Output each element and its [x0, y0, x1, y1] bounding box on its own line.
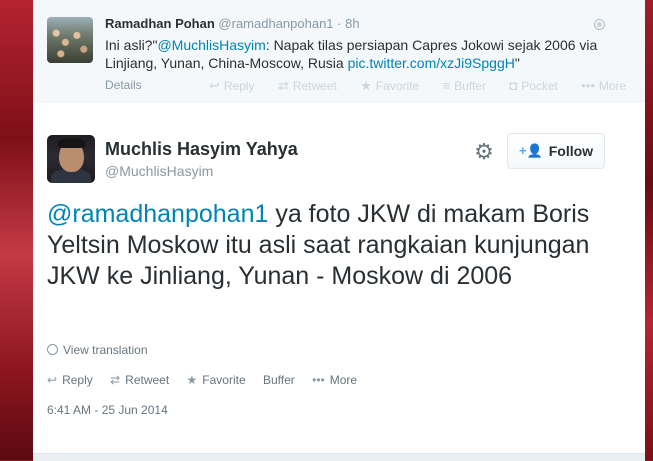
buffer-icon: ≡ [442, 78, 451, 93]
parent-reply-label: Reply [223, 79, 255, 93]
retweet-icon: ⇄ [277, 78, 289, 93]
author-handle[interactable]: @MuchlisHasyim [105, 163, 213, 179]
buffer-button[interactable]: Buffer [263, 373, 295, 387]
reply-label: Reply [62, 373, 93, 387]
parent-tweet-time[interactable]: 8h [345, 16, 359, 31]
parent-time-separator: · [333, 16, 346, 31]
parent-reply-button[interactable]: ↩ Reply [209, 78, 265, 93]
parent-pocket-button[interactable]: ◘ Pocket [509, 78, 568, 93]
parent-author-name[interactable]: Ramadhan Pohan [105, 16, 215, 31]
parent-tweet-text: Ini asli?"@MuchlisHasyim: Napak tilas pe… [105, 36, 630, 72]
more-icon: ••• [312, 373, 325, 387]
follow-button[interactable]: +👤 Follow [507, 133, 605, 169]
buffer-label: Buffer [263, 373, 295, 387]
reply-button[interactable]: ↩ Reply [47, 373, 93, 387]
parent-action-bar: ↩ Reply ⇄ Retweet ★ Favorite ≡ Buffer ◘ Pocke… [209, 78, 646, 94]
author-name[interactable]: Muchlis Hasyim Yahya [105, 139, 298, 160]
more-icon: ••• [581, 78, 595, 93]
parent-text-before: Ini asli?" [105, 37, 158, 53]
pocket-icon: ◘ [509, 78, 518, 93]
favorite-button[interactable]: ★ Favorite [187, 373, 246, 387]
view-translation-label: View translation [63, 343, 148, 357]
parent-buffer-label: Buffer [454, 79, 486, 93]
parent-more-button[interactable]: ••• More [581, 78, 636, 93]
star-icon: ★ [360, 78, 372, 93]
parent-retweet-button[interactable]: ⇄ Retweet [277, 78, 347, 93]
details-link[interactable]: Details [105, 78, 142, 92]
favorite-label: Favorite [202, 373, 246, 387]
retweet-button[interactable]: ⇄ Retweet [110, 373, 169, 387]
avatar-hair [58, 138, 85, 148]
follow-user-icon: +👤 [518, 143, 543, 158]
parent-tweet-header: Ramadhan Pohan @ramadhanpohan1 · 8h [105, 16, 360, 31]
gear-icon[interactable]: ⚙ [473, 141, 495, 163]
parent-tweet[interactable]: Ramadhan Pohan @ramadhanpohan1 · 8h Ini … [33, 0, 645, 104]
parent-pocket-label: Pocket [521, 79, 558, 93]
retweet-label: Retweet [125, 373, 170, 387]
parent-favorite-button[interactable]: ★ Favorite [360, 78, 429, 93]
parent-mention-link[interactable]: @MuchlisHasyim [157, 37, 265, 53]
parent-author-handle[interactable]: @ramadhanpohan1 [218, 16, 333, 31]
tweet-text: @ramadhanpohan1 ya foto JKW di makam Bor… [47, 199, 592, 292]
parent-more-label: More [598, 79, 627, 93]
main-tweet: Muchlis Hasyim Yahya @MuchlisHasyim ⚙ +👤… [33, 103, 645, 460]
more-button[interactable]: ••• More [312, 373, 357, 387]
reply-icon: ↩ [47, 373, 58, 387]
tweet-action-bar: ↩ Reply ⇄ Retweet ★ Favorite Buffer ••• More [47, 373, 371, 387]
author-avatar[interactable] [47, 135, 95, 183]
star-icon: ★ [186, 373, 198, 387]
follow-label: Follow [548, 143, 594, 159]
more-label: More [329, 373, 358, 387]
parent-buffer-button[interactable]: ≡ Buffer [442, 78, 496, 93]
mention-link[interactable]: @ramadhanpohan1 [47, 200, 268, 228]
parent-retweet-label: Retweet [292, 79, 337, 93]
parent-favorite-label: Favorite [375, 79, 420, 93]
parent-pic-link[interactable]: pic.twitter.com/xzJi9SpggH [348, 55, 515, 71]
globe-icon [594, 19, 605, 30]
parent-avatar[interactable] [47, 17, 93, 63]
view-translation-link[interactable]: View translation [47, 343, 148, 357]
page-background-left [0, 0, 34, 460]
tweet-timestamp[interactable]: 6:41 AM - 25 Jun 2014 [47, 403, 168, 417]
reply-icon: ↩ [209, 78, 220, 93]
globe-icon [47, 344, 58, 355]
retweet-icon: ⇄ [110, 373, 121, 387]
parent-text-after: " [514, 55, 520, 71]
